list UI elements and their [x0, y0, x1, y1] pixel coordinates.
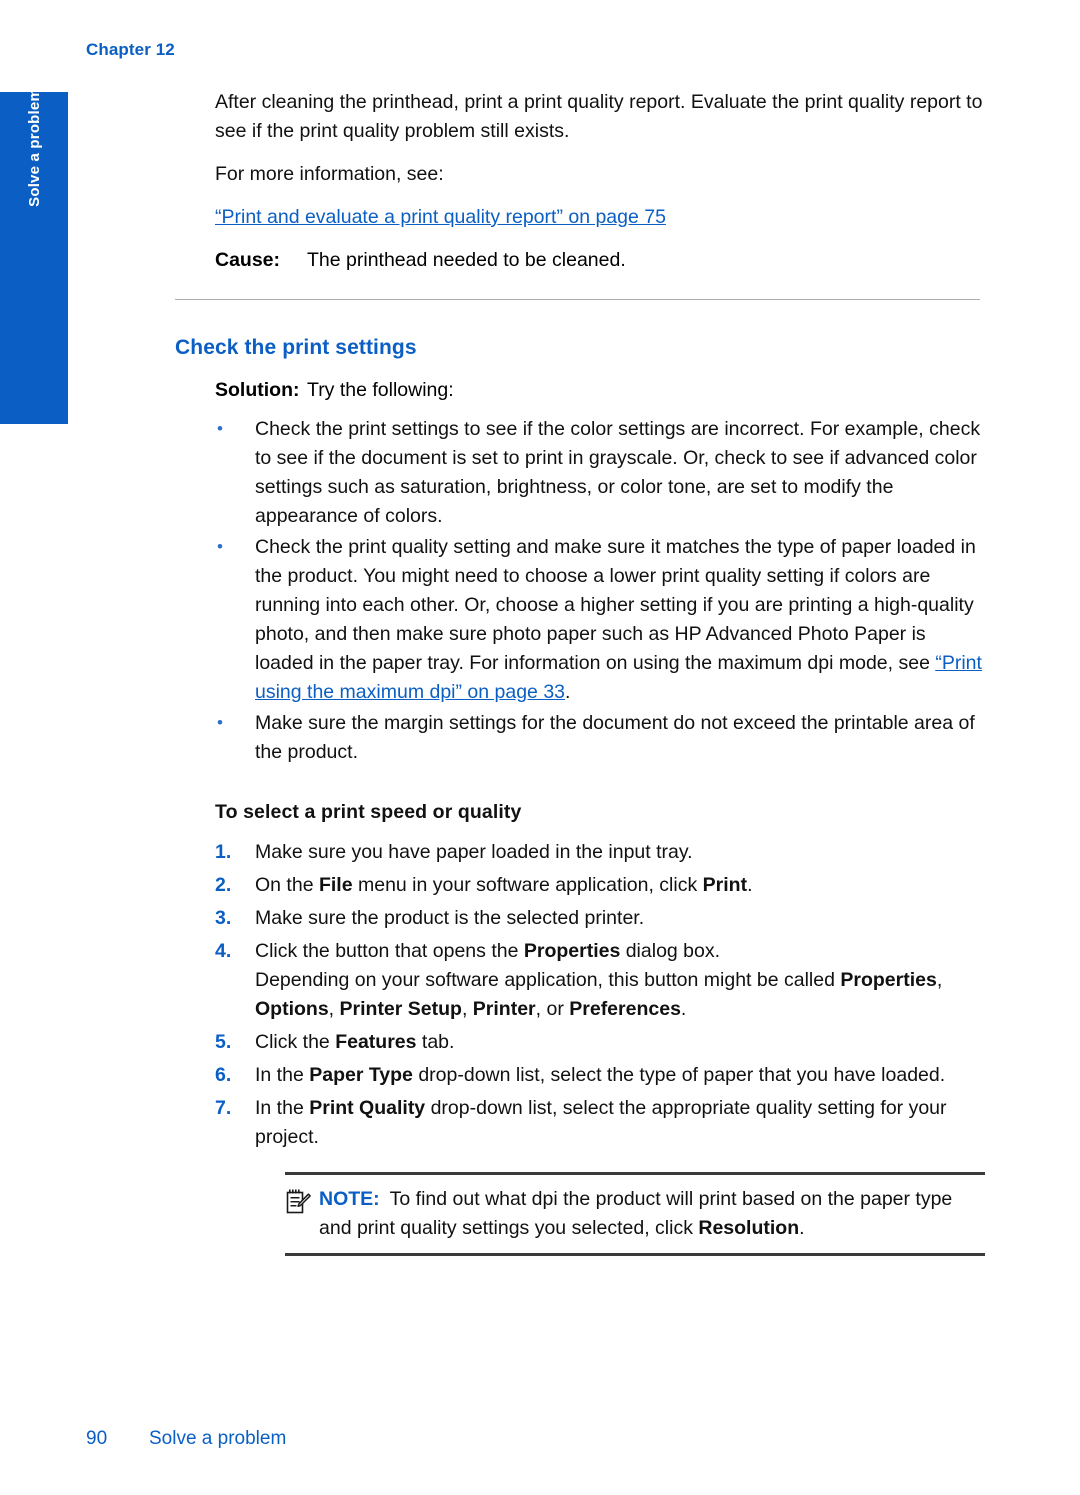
step-number: 1. — [215, 841, 232, 863]
list-item: 5. Click the Features tab. — [215, 1028, 983, 1057]
step-text: On the File menu in your software applic… — [255, 874, 752, 896]
emphasis-text: Options — [255, 998, 329, 1020]
bullet-subtext-suffix: . — [565, 681, 571, 703]
solution-term: Solution: — [215, 379, 300, 401]
step-text: In the Paper Type drop-down list, select… — [255, 1064, 945, 1086]
plain-text: . — [747, 874, 753, 896]
plain-text: To find out what dpi the product will pr… — [319, 1188, 953, 1239]
emphasis-text: Print Quality — [309, 1097, 426, 1119]
note-message: To find out what dpi the product will pr… — [319, 1188, 952, 1239]
plain-text: In the — [255, 1064, 310, 1086]
side-tab-label: Solve a problem — [25, 88, 43, 207]
solution-description: Try the following: — [307, 379, 454, 401]
plain-text: Depending on your software application, … — [255, 969, 841, 991]
plain-text: Make sure the product is the selected pr… — [255, 907, 645, 929]
section-heading-check-print-settings: Check the print settings — [175, 336, 417, 359]
page-footer: 90 Solve a problem — [86, 1428, 286, 1450]
emphasis-text: File — [318, 874, 353, 896]
step-text: Click the Features tab. — [255, 1031, 454, 1053]
plain-text: menu in your software application, click — [352, 874, 703, 896]
cross-reference-paragraph: “Print and evaluate a print quality repo… — [215, 203, 983, 232]
footer-page-number: 90 — [86, 1428, 108, 1449]
step-text: Make sure you have paper loaded in the i… — [255, 841, 693, 863]
plain-text: . — [799, 1217, 805, 1239]
plain-text: In the — [255, 1097, 310, 1119]
emphasis-text: Print — [702, 874, 748, 896]
plain-text: tab. — [416, 1031, 455, 1053]
step-text: In the Print Quality drop-down list, sel… — [255, 1097, 947, 1148]
step-text: Make sure the product is the selected pr… — [255, 907, 644, 929]
emphasis-text: Features — [335, 1031, 417, 1053]
footer-title: Solve a problem — [149, 1428, 287, 1449]
list-item: Make sure the margin settings for the do… — [215, 708, 983, 767]
step-number: 2. — [215, 874, 232, 896]
link-quoted-title: “Print and evaluate a print quality repo… — [215, 206, 563, 228]
note-callout: NOTE: To find out what dpi the product wi… — [285, 1172, 985, 1256]
plain-text: Click the — [255, 1031, 336, 1053]
step-number: 4. — [215, 940, 232, 962]
emphasis-text: Properties — [523, 940, 621, 962]
bullet-text: Make sure the margin settings for the do… — [255, 712, 975, 763]
emphasis-text: Paper Type — [309, 1064, 413, 1086]
procedure-heading: To select a print speed or quality — [215, 801, 522, 823]
link-page-suffix: on page 75 — [562, 206, 666, 228]
plain-text: dialog box. — [620, 940, 721, 962]
plain-text: , — [328, 998, 340, 1020]
side-tab-solve-a-problem: Solve a problem — [0, 88, 68, 424]
intro-paragraph-2: For more information, see: — [215, 163, 444, 185]
cause-description: The printhead needed to be cleaned. — [307, 249, 626, 271]
bullet-subtext: You might need to choose a lower print q… — [255, 565, 982, 703]
step-continuation-text: Depending on your software application, … — [255, 966, 983, 1024]
emphasis-text: Properties — [840, 969, 937, 991]
list-item: 4. Click the button that opens the Prope… — [215, 937, 983, 1024]
plain-text: Make sure you have paper loaded in the i… — [255, 841, 693, 863]
emphasis-text: Printer — [472, 998, 536, 1020]
list-item: Check the print quality setting and make… — [215, 532, 983, 707]
step-number: 7. — [215, 1097, 232, 1119]
list-item: 2. On the File menu in your software app… — [215, 871, 983, 900]
cause-row: Cause: The printhead needed to be cleane… — [215, 246, 983, 275]
step-number: 5. — [215, 1031, 232, 1053]
emphasis-text: Preferences — [569, 998, 681, 1020]
solution-row: Solution: Try the following: — [215, 376, 983, 405]
link-page-suffix: on page 33 — [462, 681, 566, 703]
emphasis-text: Resolution — [698, 1217, 800, 1239]
step-text: Click the button that opens the Properti… — [255, 940, 720, 962]
list-item: Check the print settings to see if the c… — [215, 414, 983, 531]
note-body: NOTE: To find out what dpi the product wi… — [319, 1185, 985, 1243]
list-item: 1. Make sure you have paper loaded in th… — [215, 838, 983, 867]
step-number: 6. — [215, 1064, 232, 1086]
plain-text: On the — [255, 874, 319, 896]
plain-text: drop-down list, select the type of paper… — [412, 1064, 946, 1086]
bullet-subtext-prefix: You might need to choose a lower print q… — [255, 565, 974, 674]
link-print-and-evaluate-report[interactable]: “Print and evaluate a print quality repo… — [215, 206, 666, 228]
plain-text: , — [936, 969, 943, 991]
bullet-text: Check the print settings to see if the c… — [255, 418, 805, 440]
plain-text: , or — [535, 998, 570, 1020]
section-divider — [175, 299, 980, 300]
intro-paragraph-1: After cleaning the printhead, print a pr… — [215, 91, 983, 142]
emphasis-text: Printer Setup — [339, 998, 462, 1020]
procedure-step-list: 1. Make sure you have paper loaded in th… — [215, 838, 983, 1152]
list-item: 3. Make sure the product is the selected… — [215, 904, 983, 933]
list-item: 6. In the Paper Type drop-down list, sel… — [215, 1061, 983, 1090]
plain-text: , — [461, 998, 473, 1020]
cause-term: Cause: — [215, 249, 281, 271]
plain-text: Click the button that opens the — [255, 940, 524, 962]
list-item: 7. In the Print Quality drop-down list, … — [215, 1094, 983, 1152]
plain-text: . — [680, 998, 687, 1020]
page-content: After cleaning the printhead, print a pr… — [175, 88, 985, 1256]
notepad-pencil-icon — [285, 1188, 311, 1216]
solution-bullet-list: Check the print settings to see if the c… — [215, 414, 983, 767]
step-number: 3. — [215, 907, 232, 929]
chapter-label: Chapter 12 — [86, 40, 175, 59]
note-label: NOTE: — [319, 1188, 380, 1210]
